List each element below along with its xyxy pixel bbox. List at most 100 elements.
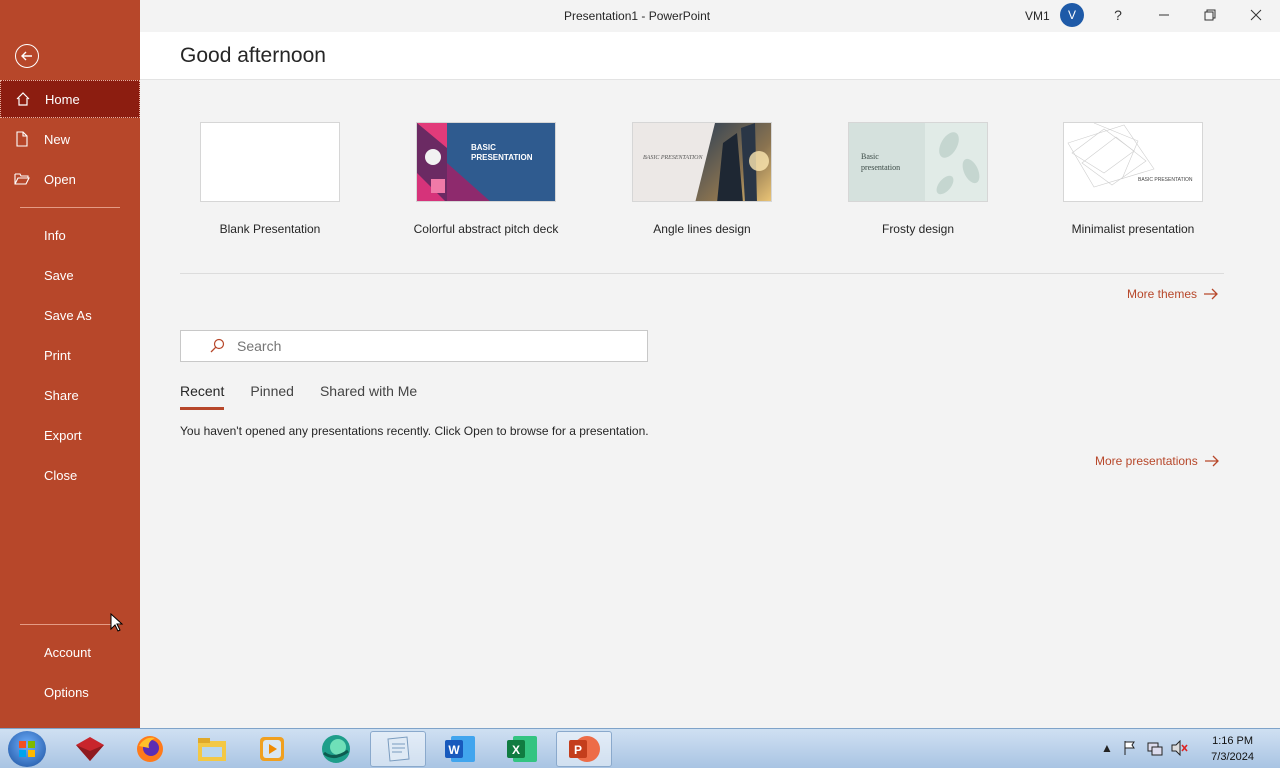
svg-text:X: X <box>512 743 520 757</box>
template-label: Colorful abstract pitch deck <box>413 222 559 236</box>
volume-muted-icon[interactable] <box>1171 740 1189 756</box>
home-icon <box>1 91 45 107</box>
arrow-right-icon <box>1204 455 1219 467</box>
tab-recent[interactable]: Recent <box>180 383 225 410</box>
notepad-icon <box>387 736 410 762</box>
line-art-graphic <box>1067 123 1155 188</box>
taskbar-app-file-explorer[interactable] <box>184 731 240 767</box>
clock-time: 1:16 PM <box>1212 735 1254 747</box>
sidebar-divider <box>20 207 120 208</box>
sidebar-item-save-as[interactable]: Save As <box>0 296 140 334</box>
back-arrow-icon <box>21 51 32 61</box>
template-thumbnail: BASIC PRESENTATION <box>1063 122 1203 202</box>
sidebar-item-close[interactable]: Close <box>0 456 140 494</box>
close-button[interactable] <box>1241 4 1271 26</box>
folder-open-icon <box>0 172 44 186</box>
firefox-icon <box>137 736 163 762</box>
action-center-flag-icon[interactable] <box>1123 740 1137 756</box>
taskbar-app-word[interactable]: W <box>432 731 488 767</box>
windows-taskbar: W X P ▲ 1:16 PM 7/3/2024 <box>0 728 1280 768</box>
file-tabs: Recent Pinned Shared with Me <box>180 383 417 410</box>
title-bar: Presentation1 - PowerPoint VM1 V ? <box>140 0 1280 32</box>
sidebar-label-open: Open <box>44 171 76 187</box>
taskbar-app-browser[interactable] <box>308 731 364 767</box>
start-button[interactable] <box>8 731 46 767</box>
window-title: Presentation1 - PowerPoint <box>564 9 711 23</box>
template-frosty[interactable]: Basic presentation Frosty design <box>818 122 1018 236</box>
thumbnail-title: BASIC PRESENTATION <box>643 155 703 161</box>
clock-date: 7/3/2024 <box>1211 751 1254 763</box>
template-label: Frosty design <box>881 222 955 236</box>
mouse-cursor-icon <box>110 613 124 632</box>
more-presentations-link[interactable]: More presentations <box>1095 454 1220 468</box>
system-clock[interactable]: 1:16 PM 7/3/2024 <box>1211 733 1254 765</box>
sidebar-item-print[interactable]: Print <box>0 336 140 374</box>
excel-icon: X <box>507 736 537 762</box>
sidebar-label-new: New <box>44 131 71 147</box>
sidebar-item-save[interactable]: Save <box>0 256 140 294</box>
red-toolbox-icon <box>76 737 104 761</box>
template-thumbnail <box>200 122 340 202</box>
restore-button[interactable] <box>1195 4 1225 26</box>
back-button[interactable] <box>15 44 39 68</box>
arrow-right-icon <box>1204 288 1218 300</box>
template-label: Blank Presentation <box>219 222 321 236</box>
word-icon: W <box>445 736 475 762</box>
help-button[interactable]: ? <box>1103 4 1133 26</box>
sidebar-item-home[interactable]: Home <box>0 80 140 118</box>
sidebar-label-home: Home <box>45 91 80 107</box>
template-thumbnail: BASIC PRESENTATION <box>632 122 772 202</box>
more-presentations-label: More presentations <box>1095 454 1198 468</box>
page-title: Good afternoon <box>180 44 326 67</box>
network-icon[interactable] <box>1147 740 1163 756</box>
thumbnail-title: BASIC PRESENTATION <box>471 143 533 162</box>
taskbar-app-media-player[interactable] <box>244 731 300 767</box>
template-blank-presentation[interactable]: Blank Presentation <box>170 122 370 236</box>
thumbnail-title: Basic presentation <box>861 152 901 172</box>
more-themes-link[interactable]: More themes <box>1127 287 1219 301</box>
search-input[interactable] <box>237 338 617 354</box>
close-icon <box>1250 9 1262 21</box>
template-thumbnail: BASIC PRESENTATION <box>416 122 556 202</box>
media-player-icon <box>260 737 284 761</box>
building-photo-graphic <box>695 123 771 201</box>
tab-shared-with-me[interactable]: Shared with Me <box>320 383 417 410</box>
template-thumbnail: Basic presentation <box>848 122 988 202</box>
sidebar-divider <box>20 624 120 625</box>
minimize-icon <box>1159 14 1169 16</box>
template-label: Angle lines design <box>653 222 751 236</box>
minimize-button[interactable] <box>1149 4 1179 26</box>
more-themes-label: More themes <box>1127 287 1198 301</box>
user-name[interactable]: VM1 <box>1025 9 1050 23</box>
sidebar-item-export[interactable]: Export <box>0 416 140 454</box>
powerpoint-icon: P <box>569 736 600 762</box>
taskbar-app-firefox[interactable] <box>122 731 178 767</box>
sidebar-item-share[interactable]: Share <box>0 376 140 414</box>
avatar[interactable]: V <box>1060 3 1084 27</box>
section-divider <box>180 273 1224 274</box>
tab-pinned[interactable]: Pinned <box>250 383 294 410</box>
windows-logo-icon <box>19 741 35 757</box>
svg-text:P: P <box>574 743 582 757</box>
greeting-header: Good afternoon <box>140 32 1280 80</box>
taskbar-app-notepad[interactable] <box>370 731 426 767</box>
sidebar-item-options[interactable]: Options <box>0 673 140 711</box>
search-icon <box>210 338 225 353</box>
folder-icon <box>198 738 226 761</box>
sidebar-item-info[interactable]: Info <box>0 216 140 254</box>
template-colorful-abstract[interactable]: BASIC PRESENTATION Colorful abstract pit… <box>386 122 586 236</box>
restore-icon <box>1204 9 1216 21</box>
sidebar-item-open[interactable]: Open <box>0 160 140 198</box>
green-circle-app-icon <box>322 735 350 763</box>
taskbar-app-powerpoint[interactable]: P <box>556 731 612 767</box>
sidebar-item-new[interactable]: New <box>0 120 140 158</box>
template-angle-lines[interactable]: BASIC PRESENTATION Angle lines design <box>602 122 802 236</box>
template-label: Minimalist presentation <box>1071 222 1195 236</box>
search-box[interactable] <box>180 330 648 362</box>
taskbar-app-toolbox[interactable] <box>62 731 118 767</box>
show-hidden-icons-button[interactable]: ▲ <box>1101 741 1113 755</box>
sidebar-item-account[interactable]: Account <box>0 633 140 671</box>
taskbar-app-excel[interactable]: X <box>494 731 550 767</box>
new-document-icon <box>0 131 44 147</box>
template-minimalist[interactable]: BASIC PRESENTATION Minimalist presentati… <box>1033 122 1233 236</box>
